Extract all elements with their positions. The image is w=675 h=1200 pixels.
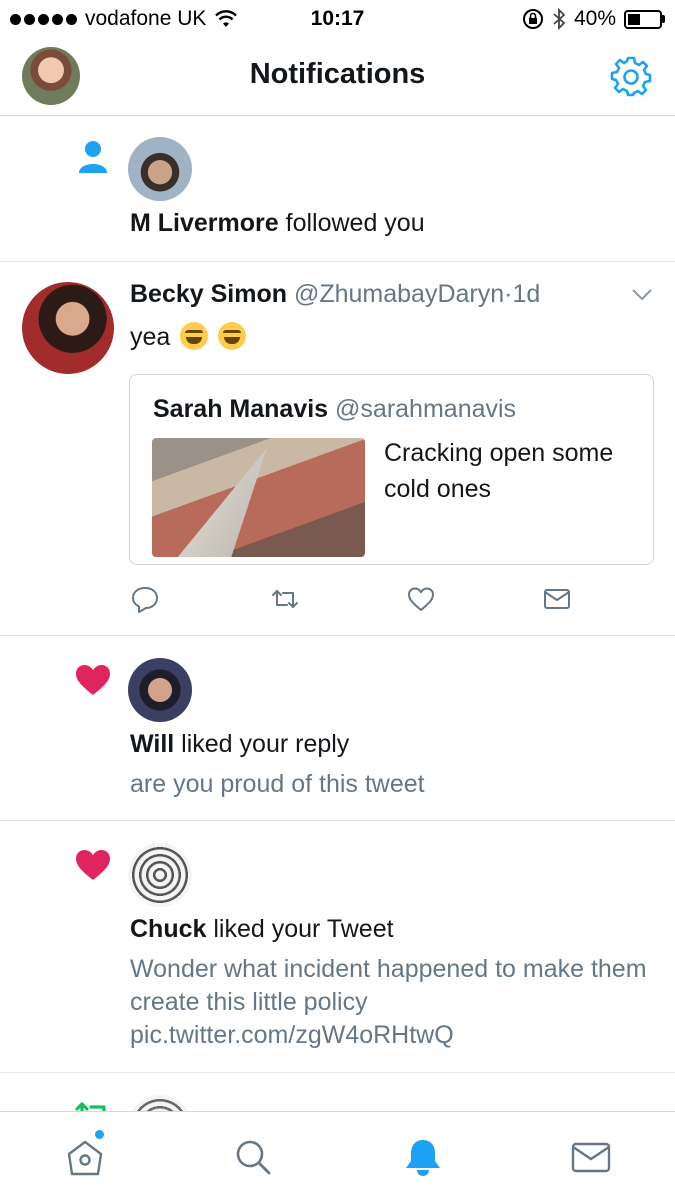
settings-gear-icon[interactable]: [610, 56, 652, 98]
notifications-icon[interactable]: [402, 1136, 444, 1178]
tweet-text-content: yea: [130, 323, 171, 351]
quoted-tweet-image[interactable]: [152, 438, 365, 557]
tweet-author-name[interactable]: Becky Simon: [130, 280, 287, 308]
notification-like-reply[interactable]: Will liked your reply are you proud of t…: [0, 636, 675, 821]
tweet-author-handle[interactable]: @ZhumabayDaryn: [294, 280, 504, 308]
rotation-lock-icon: [522, 9, 543, 29]
user-name[interactable]: M Livermore: [130, 209, 279, 237]
like-icon[interactable]: [406, 584, 436, 614]
header: Notifications: [0, 38, 675, 116]
user-avatar[interactable]: [128, 137, 192, 201]
tweet-actions: [130, 584, 590, 616]
status-bar: vodafone UK 10:17 40%: [0, 0, 675, 38]
bluetooth-icon: [553, 8, 566, 30]
user-name[interactable]: Will: [130, 730, 174, 758]
notification-text: Chuck liked your Tweet: [130, 915, 394, 944]
user-name[interactable]: Chuck: [130, 915, 206, 943]
retweet-icon[interactable]: [270, 584, 300, 614]
notification-action: followed you: [285, 209, 425, 237]
tweet-time: 1d: [512, 280, 541, 308]
battery-icon: [624, 9, 665, 29]
tweet-author-avatar[interactable]: [22, 282, 114, 374]
notification-tweet[interactable]: Becky Simon @ZhumabayDaryn·1d yea Sarah …: [0, 262, 675, 636]
tweet-text: yea: [130, 322, 247, 352]
laughing-emoji-icon: [218, 322, 247, 350]
quoted-tweet-header: Sarah Manavis @sarahmanavis: [153, 395, 516, 424]
page-title: Notifications: [249, 58, 426, 90]
quoted-tweet-text: Cracking open some cold ones: [384, 439, 614, 503]
tweet-header: Becky Simon @ZhumabayDaryn·1d: [130, 280, 540, 309]
notification-action: liked your reply: [181, 730, 350, 758]
chevron-down-icon[interactable]: [631, 288, 653, 302]
home-icon[interactable]: [64, 1136, 106, 1178]
notification-snippet: are you proud of this tweet: [130, 770, 425, 798]
person-icon: [79, 141, 107, 173]
message-icon[interactable]: [542, 584, 572, 614]
battery-percent: 40%: [573, 7, 616, 30]
heart-icon: [76, 665, 110, 695]
notification-retweet[interactable]: [0, 1073, 675, 1113]
user-avatar[interactable]: [128, 658, 192, 722]
search-icon[interactable]: [232, 1136, 274, 1178]
notification-action: liked your Tweet: [213, 915, 394, 943]
status-right: 40%: [522, 7, 665, 31]
quoted-author-name: Sarah Manavis: [153, 395, 329, 423]
notification-text: M Livermore followed you: [130, 209, 425, 238]
messages-icon[interactable]: [570, 1136, 612, 1178]
quoted-tweet[interactable]: Sarah Manavis @sarahmanavis Cracking ope…: [129, 374, 654, 565]
laughing-emoji-icon: [180, 322, 209, 350]
notification-text: Will liked your reply: [130, 730, 349, 759]
user-avatar[interactable]: [128, 843, 192, 907]
quoted-author-handle: @sarahmanavis: [335, 395, 517, 423]
notification-follow[interactable]: M Livermore followed you: [0, 117, 675, 262]
tab-bar: [0, 1111, 675, 1200]
notification-like-tweet[interactable]: Chuck liked your Tweet Wonder what incid…: [0, 821, 675, 1073]
notification-snippet: Wonder what incident happened to make th…: [130, 955, 647, 1049]
reply-icon[interactable]: [130, 584, 160, 614]
heart-icon: [76, 850, 110, 880]
new-content-dot: [95, 1130, 104, 1139]
